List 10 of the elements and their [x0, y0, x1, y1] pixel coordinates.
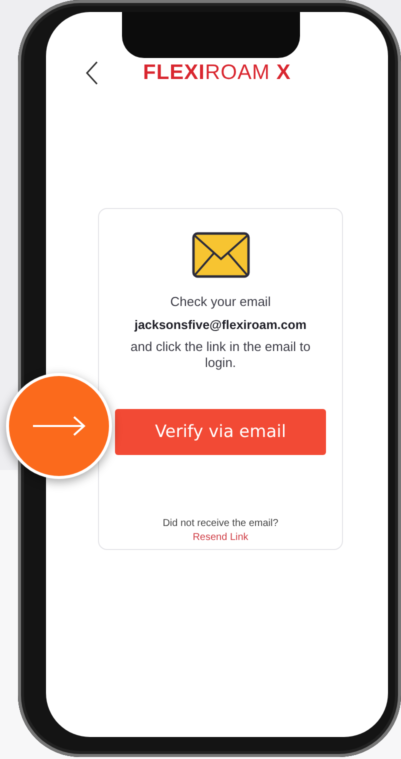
envelope-icon — [192, 232, 250, 278]
instruction-heading: Check your email — [170, 294, 271, 310]
instruction-text: and click the link in the email to login. — [130, 339, 312, 371]
arrow-icon — [32, 416, 86, 436]
resend-link[interactable]: Resend Link — [192, 532, 248, 543]
email-address: jacksonsfive@flexiroam.com — [134, 318, 306, 332]
app-logo: FLEXIROAM X — [143, 61, 291, 85]
resend-prompt: Did not receive the email? — [162, 518, 278, 529]
back-icon[interactable] — [85, 61, 99, 85]
verify-button[interactable]: Verify via email — [115, 409, 326, 455]
